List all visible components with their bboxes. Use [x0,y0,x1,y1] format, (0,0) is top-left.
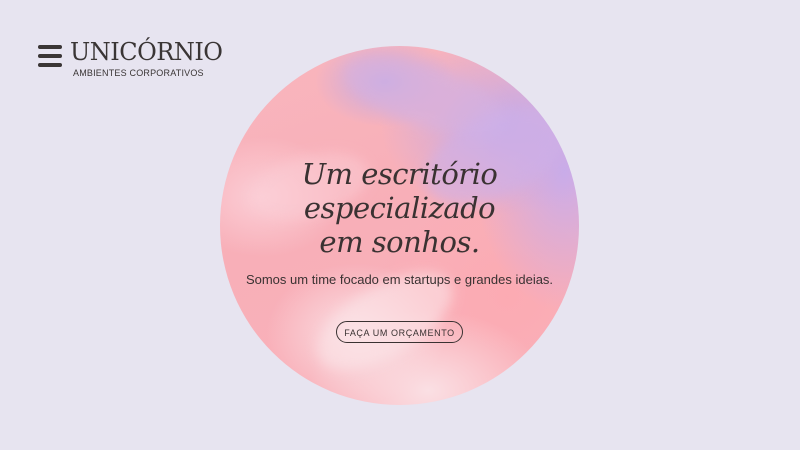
hero-content: Um escritório especializado em sonhos. S… [220,46,579,405]
hero-subtitle: Somos um time focado em startups e grand… [245,272,554,287]
hero-title: Um escritório especializado em sonhos. [220,157,579,259]
brand-subtitle: AMBIENTES CORPORATIVOS [73,68,204,78]
menu-bar-middle [38,54,62,58]
hamburger-menu-icon[interactable] [38,45,62,67]
hero-title-line: Um escritório [301,157,498,191]
hero-title-line: em sonhos. [319,225,480,259]
request-quote-button[interactable]: FAÇA UM ORÇAMENTO [336,321,463,343]
menu-bar-bottom [38,63,62,67]
landing-page: UNICÓRNIO AMBIENTES CORPORATIVOS Um escr… [0,0,800,450]
brand-name: UNICÓRNIO [70,38,223,66]
menu-bar-top [38,45,62,49]
brand-logo[interactable]: UNICÓRNIO AMBIENTES CORPORATIVOS [70,38,223,79]
hero-title-line: especializado [303,191,496,225]
